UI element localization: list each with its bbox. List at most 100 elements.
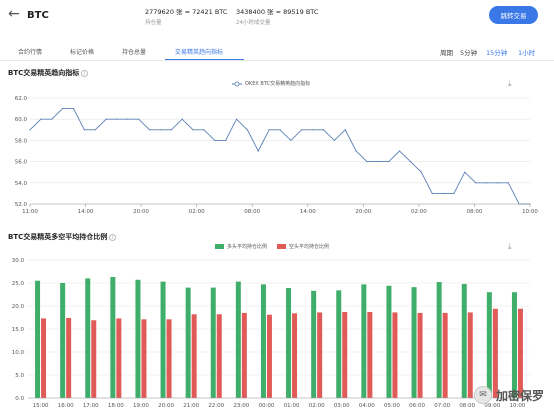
long-bar <box>286 288 292 398</box>
tab-open-interest[interactable]: 持仓总量 <box>122 47 146 56</box>
short-bar <box>41 318 47 398</box>
info-icon[interactable]: i <box>81 69 89 77</box>
watermark: ✉ 加密保罗 <box>473 386 544 404</box>
x-tick-label: 15:00 <box>33 403 49 409</box>
data-point <box>94 129 96 131</box>
data-point <box>431 192 433 194</box>
period-label: 周期 <box>440 49 453 57</box>
data-point <box>485 182 488 184</box>
tab-mark-price[interactable]: 标记价格 <box>70 47 94 56</box>
x-tick-label: 01:00 <box>284 403 300 409</box>
long-bar <box>336 290 342 398</box>
short-bar <box>191 314 197 398</box>
data-point <box>464 171 466 173</box>
tab-elite-trend-indicator[interactable]: 交易精英趋向指标 <box>175 47 223 56</box>
x-tick-label: 08:00 <box>244 209 260 215</box>
chart2-download-icon[interactable]: ⤓ <box>508 242 512 252</box>
data-point <box>312 129 314 131</box>
x-tick-label: 17:00 <box>83 403 99 409</box>
bar-chart: 0.0 5.0 10.0 15.0 20.0 25.0 30.0 15:00 16:00 17:0… <box>12 258 530 409</box>
chart1-title: BTC交易精英趋向指标 i <box>8 68 89 78</box>
y-tick-label: 15.0 <box>12 327 25 333</box>
long-bar <box>60 283 66 398</box>
data-point <box>138 118 140 120</box>
go-trade-button[interactable]: 跳转交易 <box>489 6 538 24</box>
info-icon[interactable]: i <box>109 233 117 241</box>
data-point <box>62 108 64 110</box>
y-tick-label: 10.0 <box>12 350 25 356</box>
y-tick-label: 0.0 <box>15 396 24 402</box>
y-tick-label: 58.0 <box>15 138 28 144</box>
data-point <box>116 118 118 120</box>
short-bar <box>166 319 172 398</box>
long-bar <box>160 281 166 398</box>
data-point <box>322 129 325 131</box>
data-point <box>181 118 183 120</box>
short-bar <box>116 318 122 398</box>
wechat-icon: ✉ <box>473 386 492 404</box>
y-tick-label: 62.0 <box>15 96 28 102</box>
tab-contract-market[interactable]: 合约行情 <box>18 47 42 56</box>
open-interest-label: 持仓量 <box>145 20 162 26</box>
x-tick-label: 11:00 <box>22 209 38 215</box>
data-point <box>496 182 498 184</box>
long-bar <box>110 277 116 398</box>
chart1-legend[interactable]: OKEX BTC交易精英趋向指标 <box>232 80 310 87</box>
data-point <box>203 129 205 131</box>
long-bar <box>461 283 467 398</box>
data-point <box>225 139 227 141</box>
short-bar <box>91 320 97 398</box>
x-tick-label: 18:00 <box>108 403 124 409</box>
long-bar <box>85 278 91 398</box>
data-point <box>377 161 379 163</box>
short-bar <box>392 312 398 398</box>
data-point <box>268 129 270 131</box>
short-bar <box>492 308 498 398</box>
short-bar <box>367 311 373 398</box>
short-bar <box>292 313 298 398</box>
period-option-1h[interactable]: 1小时 <box>518 47 535 57</box>
chart2-title-text: BTC交易精英多空平均持仓比例 <box>8 233 108 241</box>
short-bar <box>141 319 147 398</box>
data-point <box>127 118 129 120</box>
x-tick-label: 07:00 <box>434 403 450 409</box>
long-bar <box>311 290 317 398</box>
data-point <box>159 129 162 131</box>
long-legend-label: 多头平均持仓比例 <box>227 244 268 250</box>
chart2-title: BTC交易精英多空平均持仓比例 i <box>8 232 117 242</box>
x-tick-label: 08:00 <box>467 209 483 215</box>
chart2-legend[interactable]: 多头平均持仓比例 空头平均持仓比例 <box>215 243 329 250</box>
volume-stat: 3438400 张 ≈ 89519 BTC 24小时成交量 <box>236 6 318 26</box>
data-point <box>366 161 368 163</box>
y-tick-label: 52.0 <box>15 202 28 208</box>
long-legend-swatch <box>215 244 224 249</box>
data-point <box>301 129 303 131</box>
back-arrow-icon[interactable]: ← <box>8 6 20 22</box>
long-bar <box>386 285 392 398</box>
x-tick-label: 20:00 <box>355 209 371 215</box>
data-point <box>246 129 248 131</box>
x-tick-label: 10:00 <box>522 209 538 215</box>
long-bar <box>411 287 417 398</box>
long-bar <box>35 280 41 398</box>
data-point <box>192 129 194 131</box>
data-point <box>290 139 292 141</box>
x-tick-label: 19:00 <box>133 403 149 409</box>
x-tick-label: 20:00 <box>133 209 149 215</box>
period-option-5min[interactable]: 5分钟 <box>460 47 477 57</box>
y-tick-label: 54.0 <box>15 181 28 187</box>
y-tick-label: 56.0 <box>15 160 28 166</box>
x-tick-label: 05:00 <box>384 403 400 409</box>
tab-divider <box>0 60 554 61</box>
x-tick-label: 03:00 <box>334 403 350 409</box>
y-tick-label: 25.0 <box>12 281 25 287</box>
short-bar <box>417 312 423 398</box>
chart1-legend-line-icon <box>232 81 242 86</box>
x-tick-label: 02:00 <box>189 209 205 215</box>
data-point <box>170 129 172 131</box>
short-bar <box>517 308 523 398</box>
x-tick-label: 00:00 <box>259 403 275 409</box>
data-point <box>105 118 107 120</box>
data-point <box>148 129 151 131</box>
period-option-15min[interactable]: 15分钟 <box>486 47 507 57</box>
